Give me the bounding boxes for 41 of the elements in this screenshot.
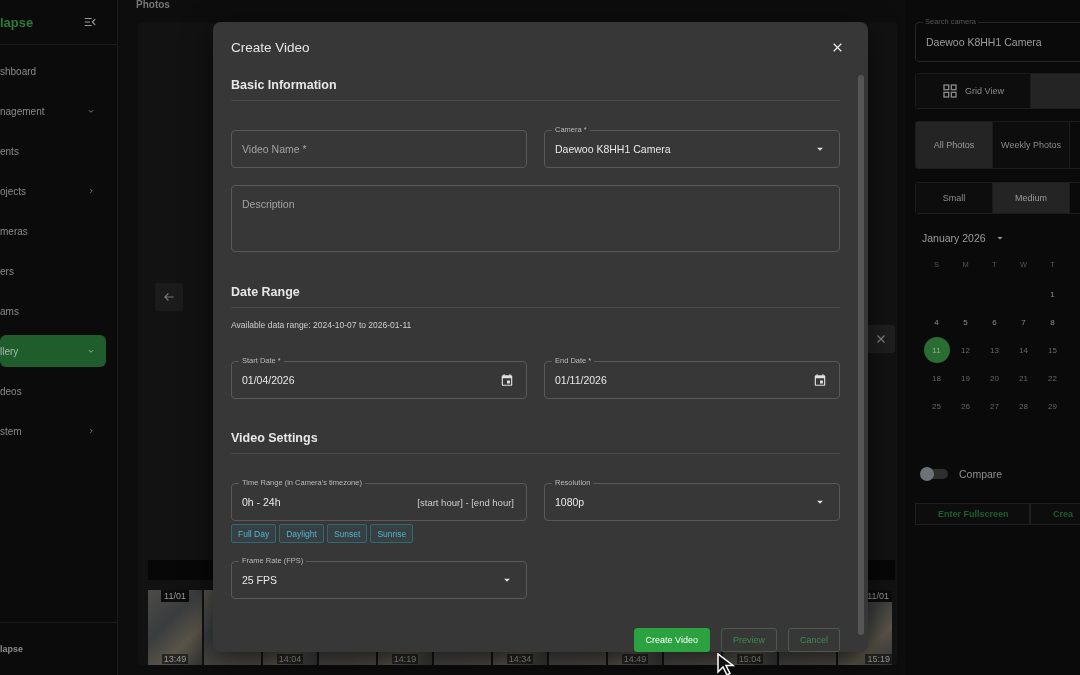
thumbnail-time: 14:19 xyxy=(391,654,419,664)
nav-label: ams xyxy=(0,305,19,317)
calendar-day: 22 xyxy=(1039,365,1066,391)
section-heading: Video Settings xyxy=(231,430,319,446)
thumbnail-time: 15:19 xyxy=(865,654,892,664)
nav-label: shboard xyxy=(0,65,37,77)
thumbnail-time: 13:49 xyxy=(161,654,189,664)
app-name: lapse xyxy=(0,644,23,654)
thumbnail-date: 11/01 xyxy=(161,590,189,602)
calendar-day: 25 xyxy=(923,393,950,419)
nav-label: stem xyxy=(0,425,22,437)
calendar-day: 21 xyxy=(1010,365,1037,391)
thumbnail-time: 14:04 xyxy=(276,654,304,664)
dialog-title: Create Video xyxy=(231,39,310,55)
app-logo: lapse xyxy=(0,14,34,30)
calendar-day: 26 xyxy=(952,393,979,419)
nav-label: llery xyxy=(0,345,19,357)
calendar-day: 19 xyxy=(952,365,979,391)
calendar-day: 12 xyxy=(952,337,979,363)
nav-label: ents xyxy=(0,145,19,157)
compare-label: Compare xyxy=(959,468,1003,480)
page-title: Photos xyxy=(136,0,171,12)
thumbnail-time: 14:49 xyxy=(621,654,649,664)
thumbnail-time: 14:34 xyxy=(506,654,534,664)
thumbnail-time: 15:04 xyxy=(736,654,764,664)
nav-label: ers xyxy=(0,265,14,277)
calendar-day: 18 xyxy=(923,365,950,391)
nav-label: meras xyxy=(0,225,28,237)
calendar-day: 13 xyxy=(981,337,1008,363)
calendar-day: 14 xyxy=(1010,337,1037,363)
calendar-day: 27 xyxy=(981,393,1008,419)
calendar-day: 29 xyxy=(1039,393,1066,419)
calendar-day: 20 xyxy=(981,365,1008,391)
calendar-day: 28 xyxy=(1010,393,1037,419)
date-range-note: Available data range: 2024-10-07 to 2026-01-11 xyxy=(231,319,413,331)
nav-label: ojects xyxy=(0,185,27,197)
nav-label: nagement xyxy=(0,105,45,117)
nav-label: deos xyxy=(0,385,22,397)
section-heading: Date Range xyxy=(231,284,301,300)
section-heading: Basic Information xyxy=(231,77,338,93)
calendar-day: 15 xyxy=(1039,337,1066,363)
